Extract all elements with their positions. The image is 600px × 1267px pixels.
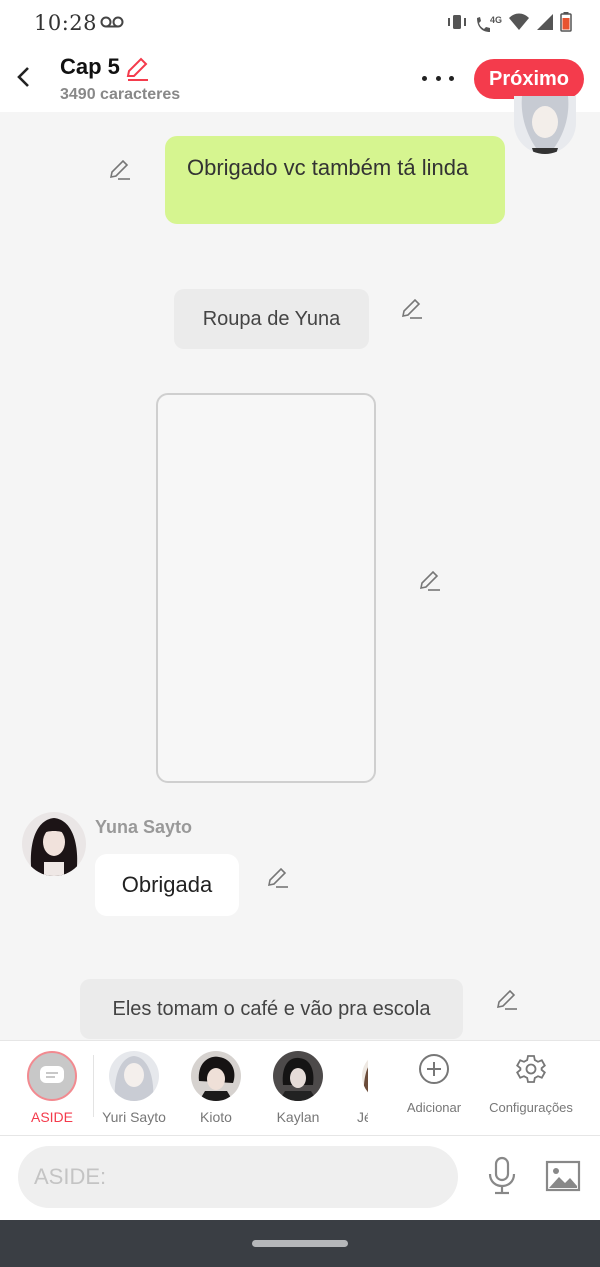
image-upload-button[interactable] — [545, 1160, 581, 1197]
settings-label: Configurações — [489, 1100, 573, 1115]
character-label: Yuri Sayto — [102, 1109, 166, 1125]
edit-narration-icon[interactable] — [495, 988, 519, 1012]
chapter-title[interactable]: Cap 5 — [60, 54, 120, 80]
next-button[interactable]: Próximo — [474, 59, 584, 99]
speaker-name: Yuna Sayto — [95, 817, 193, 837]
voicemail-icon — [100, 15, 124, 33]
battery-icon — [560, 12, 572, 37]
avatar — [273, 1051, 323, 1101]
add-icon — [419, 1054, 449, 1084]
character-yuri-sayto[interactable]: Yuri Sayto — [94, 1051, 174, 1125]
avatar — [109, 1051, 159, 1101]
more-options-button[interactable] — [418, 66, 458, 90]
message-input[interactable] — [18, 1146, 458, 1208]
character-label: ASIDE — [30, 1109, 73, 1125]
narration-bubble[interactable]: Roupa de Yuna — [174, 289, 369, 349]
character-count: 3490 caracteres — [60, 86, 181, 103]
character-jes[interactable]: Jés — [328, 1051, 368, 1125]
message-bubble-green[interactable]: Obrigado vc também tá linda — [165, 136, 505, 224]
system-navigation-bar — [0, 1220, 600, 1267]
character-kioto[interactable]: Kioto — [176, 1051, 256, 1125]
home-gesture-handle[interactable] — [252, 1240, 348, 1247]
back-button[interactable] — [10, 62, 36, 92]
edit-message-icon[interactable] — [266, 866, 290, 890]
microphone-icon — [488, 1156, 516, 1195]
edit-title-icon[interactable] — [124, 56, 150, 87]
chapter-header: Cap 5 3490 caracteres Próximo — [0, 48, 600, 112]
edit-message-icon[interactable] — [108, 158, 132, 182]
network-type: 4G — [489, 14, 502, 25]
character-kaylan[interactable]: Kaylan — [258, 1051, 338, 1125]
avatar — [191, 1051, 241, 1101]
gear-icon — [516, 1055, 546, 1083]
message-bubble-white[interactable]: Obrigada — [95, 854, 239, 916]
add-label: Adicionar — [406, 1100, 462, 1115]
image-placeholder[interactable] — [156, 393, 376, 783]
call-signal-icon: 4G — [474, 15, 502, 35]
vibrate-icon — [446, 12, 468, 37]
avatar-yuri-top[interactable] — [514, 96, 576, 154]
settings-button[interactable]: Configurações — [486, 1053, 576, 1115]
character-label: Kaylan — [276, 1109, 320, 1125]
aside-chat-icon — [27, 1051, 77, 1101]
narration-bubble[interactable]: Eles tomam o café e vão pra escola — [80, 979, 463, 1039]
character-selector: ASIDE Yuri Sayto Kioto Kaylan Jés Adicio… — [0, 1040, 600, 1136]
wifi-icon — [508, 13, 530, 36]
add-character-button[interactable]: Adicionar — [404, 1053, 464, 1115]
image-icon — [545, 1160, 581, 1192]
back-arrow-icon — [17, 67, 29, 87]
character-label: Kioto — [200, 1109, 232, 1125]
compose-bar — [0, 1136, 600, 1220]
edit-image-icon[interactable] — [418, 569, 442, 593]
avatar-yuna-sayto[interactable] — [22, 812, 86, 876]
microphone-button[interactable] — [486, 1156, 518, 1201]
edit-narration-icon[interactable] — [400, 297, 424, 321]
character-aside[interactable]: ASIDE — [12, 1051, 92, 1125]
character-label: Jés — [357, 1109, 368, 1125]
status-time: 10:28 — [34, 11, 98, 35]
status-bar: 10:28 4G — [0, 0, 600, 48]
cell-signal-icon — [536, 13, 554, 36]
avatar — [362, 1051, 368, 1101]
